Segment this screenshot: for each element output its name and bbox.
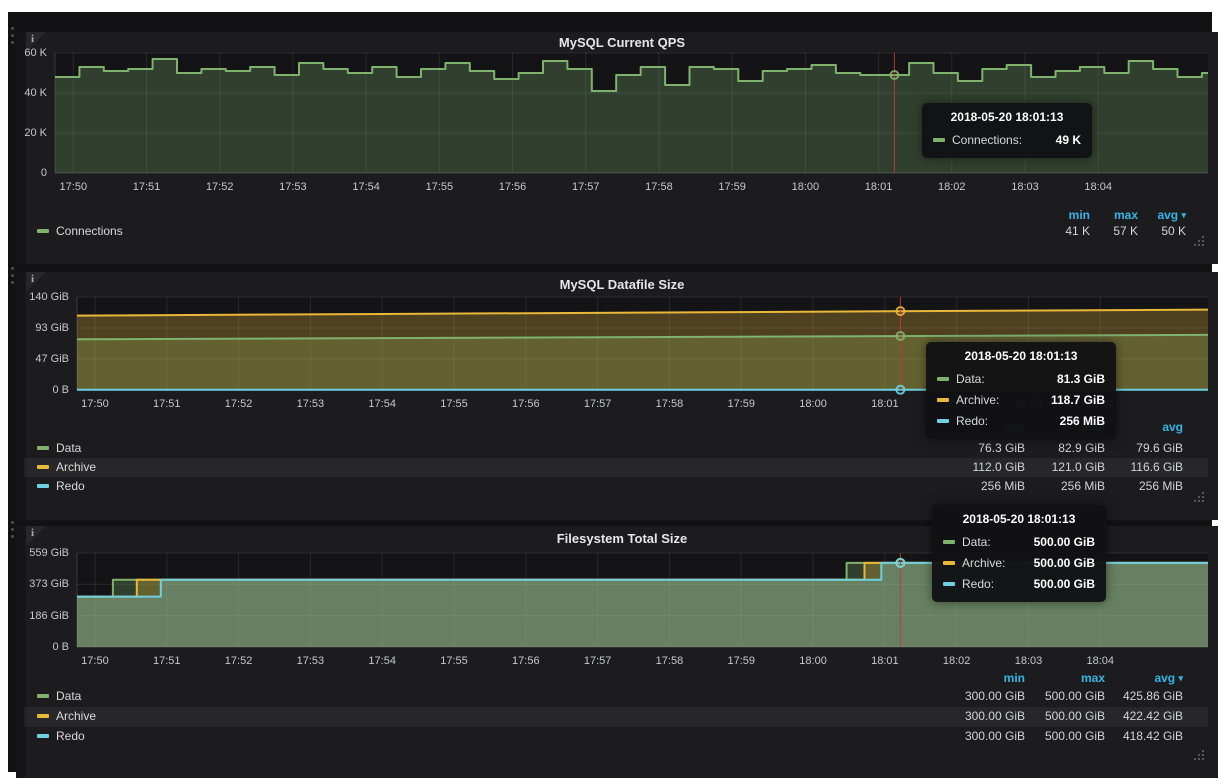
series-color-dash xyxy=(37,484,49,488)
legend-series-label[interactable]: Data xyxy=(56,689,81,703)
legend-series-label[interactable]: Redo xyxy=(56,729,85,743)
panel-title[interactable]: MySQL Current QPS xyxy=(26,34,1218,52)
legend-series-label[interactable]: Connections xyxy=(56,224,123,238)
panel-mysql-datafile-size: i MySQL Datafile Size xyxy=(26,272,1218,520)
panel-filesystem-total-size: i Filesystem Total Size xyxy=(26,526,1218,778)
row-drag-handle[interactable] xyxy=(16,526,26,778)
series-color-dash xyxy=(37,734,49,738)
legend-item-data[interactable]: Data xyxy=(37,441,81,455)
legend-item-redo[interactable]: Redo xyxy=(37,729,85,743)
legend-series-label[interactable]: Data xyxy=(56,441,81,455)
panel-resize-grip[interactable] xyxy=(1194,492,1206,504)
avg-dropdown-caret[interactable]: ▾ xyxy=(1181,210,1186,220)
row-drag-handle[interactable] xyxy=(16,272,26,520)
legend-item-redo[interactable]: Redo xyxy=(37,479,85,493)
legend-item-archive[interactable]: Archive xyxy=(37,460,96,474)
series-color-dash xyxy=(37,694,49,698)
stats-header-max[interactable]: max xyxy=(1015,420,1105,434)
series-color-dash xyxy=(37,446,49,450)
stats-header-avg[interactable]: avg ▾ xyxy=(1093,671,1183,685)
stats-header-min[interactable]: min xyxy=(935,420,1025,434)
panel-mysql-current-qps: i MySQL Current QPS xyxy=(26,32,1218,264)
panel-resize-grip[interactable] xyxy=(1194,236,1206,248)
legend-item-connections[interactable]: Connections xyxy=(37,224,123,238)
legend-series-label[interactable]: Redo xyxy=(56,479,85,493)
series-color-dash xyxy=(37,714,49,718)
panel-title[interactable]: Filesystem Total Size xyxy=(26,530,1218,548)
legend-item-data[interactable]: Data xyxy=(37,689,81,703)
stats-header-min[interactable]: min xyxy=(935,671,1025,685)
legend-series-label[interactable]: Archive xyxy=(56,709,96,723)
grafana-dashboard: i MySQL Current QPS i MySQL Datafile Siz… xyxy=(8,12,1212,772)
stats-header-max[interactable]: max xyxy=(1015,671,1105,685)
series-color-dash xyxy=(37,229,49,233)
stats-header-avg[interactable]: avg ▾ xyxy=(1096,208,1186,222)
row-drag-handle[interactable] xyxy=(16,32,26,264)
legend-series-label[interactable]: Archive xyxy=(56,460,96,474)
avg-dropdown-caret[interactable]: ▾ xyxy=(1178,673,1183,683)
panel-resize-grip[interactable] xyxy=(1194,750,1206,762)
stats-header-avg[interactable]: avg xyxy=(1093,420,1183,434)
panel-title[interactable]: MySQL Datafile Size xyxy=(26,276,1218,294)
legend-item-archive[interactable]: Archive xyxy=(37,709,96,723)
series-color-dash xyxy=(37,465,49,469)
